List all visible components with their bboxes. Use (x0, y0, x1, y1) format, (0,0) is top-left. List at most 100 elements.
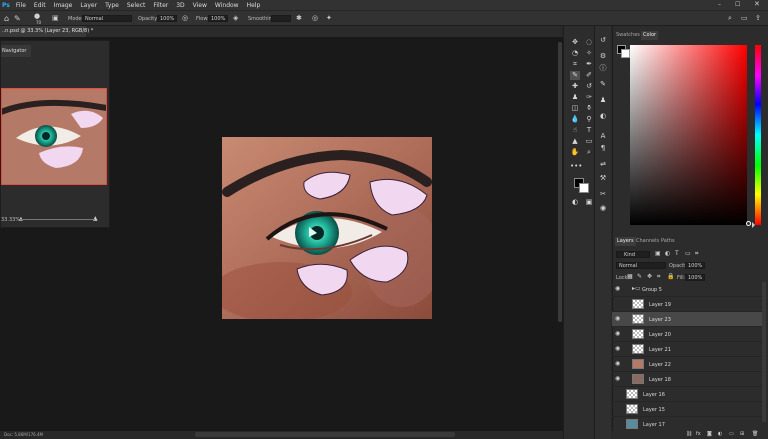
pressure-size-icon[interactable]: ◎ (312, 14, 318, 22)
eye-icon[interactable]: ◉ (615, 331, 620, 337)
navigator-title[interactable]: Navigator (1, 45, 31, 57)
menu-window[interactable]: Window (211, 2, 243, 9)
brush-preset-icon[interactable]: ● (34, 12, 40, 20)
filter-smart-icon[interactable]: ⌗ (695, 250, 698, 258)
menu-type[interactable]: Type (101, 2, 123, 9)
screen-mode-icon[interactable]: ▣ (584, 198, 594, 207)
eyedropper-icon[interactable]: ✒ (584, 60, 594, 69)
delete-layer-icon[interactable]: 🗑 (752, 431, 758, 437)
opacity-field[interactable]: 100% (157, 15, 177, 22)
history-brush-icon[interactable]: ↺ (584, 82, 594, 91)
horizontal-scrollbar[interactable] (195, 432, 455, 437)
tab-layers[interactable]: Layers (615, 237, 636, 246)
flow-field[interactable]: 100% (208, 15, 228, 22)
background-color-swatch[interactable] (579, 183, 589, 193)
eye-icon[interactable]: ◉ (615, 316, 620, 322)
document-tab[interactable]: ..n.psd @ 33.3% (Layer 23, RGB/8) * (0, 26, 93, 37)
more-tools-icon[interactable]: ••• (570, 162, 582, 171)
share-icon[interactable]: ⇪ (755, 14, 761, 22)
menu-select[interactable]: Select (123, 2, 150, 9)
color-panel-background-swatch[interactable] (621, 49, 630, 58)
menu-filter[interactable]: Filter (149, 2, 172, 9)
tab-color[interactable]: Color (641, 31, 659, 40)
tab-channels[interactable]: Channels (636, 237, 659, 246)
ps-logo-icon[interactable]: Ps (0, 2, 12, 9)
layer-row[interactable]: ◉ Layer 22 (612, 357, 762, 372)
airbrush-icon[interactable]: ◈ (233, 14, 238, 22)
3d-panel-icon[interactable]: ✂ (598, 190, 608, 199)
hand-tool-icon[interactable]: ✋ (570, 148, 580, 157)
fill-field[interactable]: 100% (685, 274, 705, 281)
layer-row[interactable]: Layer 16 (612, 387, 762, 402)
healing-tool-icon[interactable]: ✚ (570, 82, 580, 91)
pressure-opacity-icon[interactable]: ◎ (182, 14, 188, 22)
tab-swatches[interactable]: Swatches (616, 31, 640, 40)
layer-row[interactable]: ◉ Layer 18 (612, 372, 762, 387)
brush-settings-icon[interactable]: ✎ (598, 80, 608, 89)
hue-slider[interactable] (755, 45, 761, 225)
search-icon[interactable]: ⌕ (728, 14, 732, 23)
layer-row[interactable]: ◉ Layer 20 (612, 327, 762, 342)
menu-help[interactable]: Help (243, 2, 265, 9)
menu-image[interactable]: Image (50, 2, 77, 9)
adjustment-layer-icon[interactable]: ◐ (718, 431, 722, 437)
lock-artboard-icon[interactable]: ⌗ (657, 273, 660, 281)
brush-tool-icon[interactable]: ✎ (570, 71, 580, 80)
artwork-canvas[interactable] (222, 137, 432, 319)
libraries-icon[interactable]: ⚒ (598, 174, 608, 183)
navigator-zoom-slider[interactable] (20, 219, 95, 220)
info-panel-icon[interactable]: ⓘ (598, 64, 608, 73)
lock-move-icon[interactable]: ✥ (647, 273, 652, 280)
layer-row-selected[interactable]: ◉ Layer 23 (612, 312, 762, 327)
eye-icon[interactable]: ◉ (615, 361, 620, 367)
eye-icon[interactable]: ◉ (615, 376, 620, 382)
lock-position-icon[interactable]: ✎ (637, 273, 642, 280)
clone-source-icon[interactable]: ♟ (598, 96, 608, 105)
layer-row[interactable]: ◉ Layer 21 (612, 342, 762, 357)
paint-bucket-icon[interactable]: ⚱ (584, 104, 594, 113)
new-group-icon[interactable]: ▭ (729, 431, 734, 437)
magic-wand-icon[interactable]: ✧ (584, 49, 594, 58)
eye-icon[interactable]: ◉ (615, 346, 620, 352)
lock-pixels-icon[interactable]: ▦ (627, 273, 633, 280)
dodge-tool-icon[interactable]: ⚲ (584, 115, 594, 124)
crop-tool-icon[interactable]: ⌗ (570, 60, 580, 69)
layer-row[interactable]: Layer 15 (612, 402, 762, 417)
type-tool-icon[interactable]: T (584, 126, 594, 135)
link-layers-icon[interactable]: ⛓ (686, 431, 692, 437)
menu-edit[interactable]: Edit (30, 2, 50, 9)
pencil-tool-icon[interactable]: ✐ (584, 71, 594, 80)
smudge-tool-icon[interactable]: ☝ (570, 126, 580, 135)
workspace-icon[interactable]: ▭ (741, 14, 748, 22)
menu-3d[interactable]: 3D (172, 2, 188, 9)
navigator-zoom[interactable]: 33.33% (1, 217, 20, 223)
mode-select[interactable]: Normal (82, 15, 132, 22)
blend-mode-select[interactable]: Normal (616, 262, 666, 269)
layer-opacity-field[interactable]: 100% (685, 262, 705, 269)
smoothing-field[interactable] (271, 15, 291, 22)
paragraph-panel-icon[interactable]: ¶ (598, 144, 608, 153)
smoothing-settings-icon[interactable]: ✱ (296, 14, 302, 22)
new-layer-icon[interactable]: ⊞ (740, 431, 744, 437)
properties-panel-icon[interactable]: ⚙ (598, 52, 608, 61)
tab-paths[interactable]: Paths (661, 237, 675, 246)
filter-shape-icon[interactable]: ▭ (685, 250, 691, 257)
menu-file[interactable]: File (12, 2, 30, 9)
filter-adjust-icon[interactable]: ◐ (665, 250, 670, 257)
layer-style-icon[interactable]: fx (696, 431, 701, 437)
eraser-tool-icon[interactable]: ◫ (570, 104, 580, 113)
eye-icon[interactable]: ◉ (615, 286, 620, 292)
home-icon[interactable]: ⌂ (4, 14, 9, 23)
layer-row[interactable]: Layer 19 (612, 297, 762, 312)
symmetry-icon[interactable]: ✦ (326, 14, 332, 22)
lock-all-icon[interactable]: 🔒 (667, 273, 674, 280)
maximize-icon[interactable]: ☐ (735, 1, 740, 8)
close-icon[interactable]: ✕ (754, 0, 760, 8)
path-select-icon[interactable]: ▲ (570, 137, 580, 146)
blur-tool-icon[interactable]: 💧 (570, 115, 580, 124)
filter-pixel-icon[interactable]: ▣ (655, 250, 661, 257)
history-panel-icon[interactable]: ↺ (598, 36, 608, 45)
lasso-tool-icon[interactable]: ◔ (570, 49, 580, 58)
marquee-tool-icon[interactable]: ◌ (584, 38, 594, 47)
layer-filter-select[interactable]: Kind (616, 251, 650, 258)
